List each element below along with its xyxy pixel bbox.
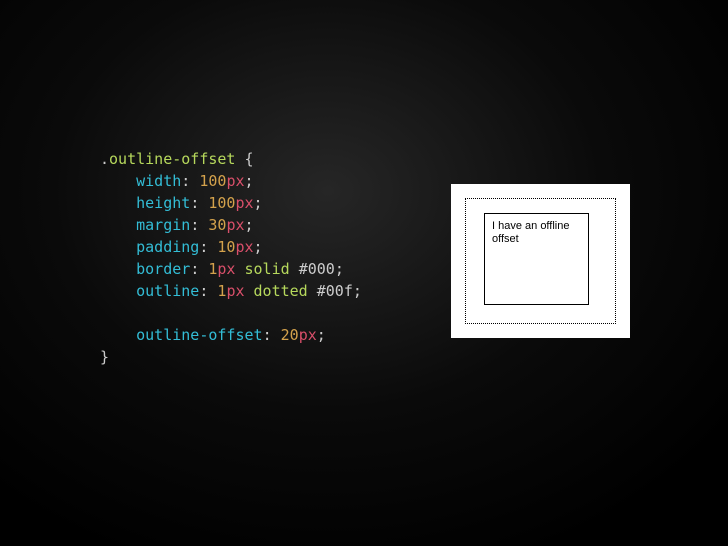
prop-outline-offset: outline-offset bbox=[136, 326, 262, 344]
prop-border: border bbox=[136, 260, 190, 278]
code-block: .outline-offset { width: 100px; height: … bbox=[100, 148, 362, 368]
selector-name: outline-offset bbox=[109, 150, 235, 168]
slide: .outline-offset { width: 100px; height: … bbox=[0, 0, 728, 546]
demo-card: I have an offline offset bbox=[451, 184, 630, 338]
prop-outline: outline bbox=[136, 282, 199, 300]
prop-padding: padding bbox=[136, 238, 199, 256]
demo-text: I have an offline offset bbox=[492, 220, 569, 245]
brace-open: { bbox=[235, 150, 253, 168]
prop-width: width bbox=[136, 172, 181, 190]
demo-box: I have an offline offset bbox=[484, 213, 589, 305]
selector-dot: . bbox=[100, 150, 109, 168]
brace-close: } bbox=[100, 348, 109, 366]
prop-height: height bbox=[136, 194, 190, 212]
prop-margin: margin bbox=[136, 216, 190, 234]
demo-outline: I have an offline offset bbox=[465, 198, 616, 324]
